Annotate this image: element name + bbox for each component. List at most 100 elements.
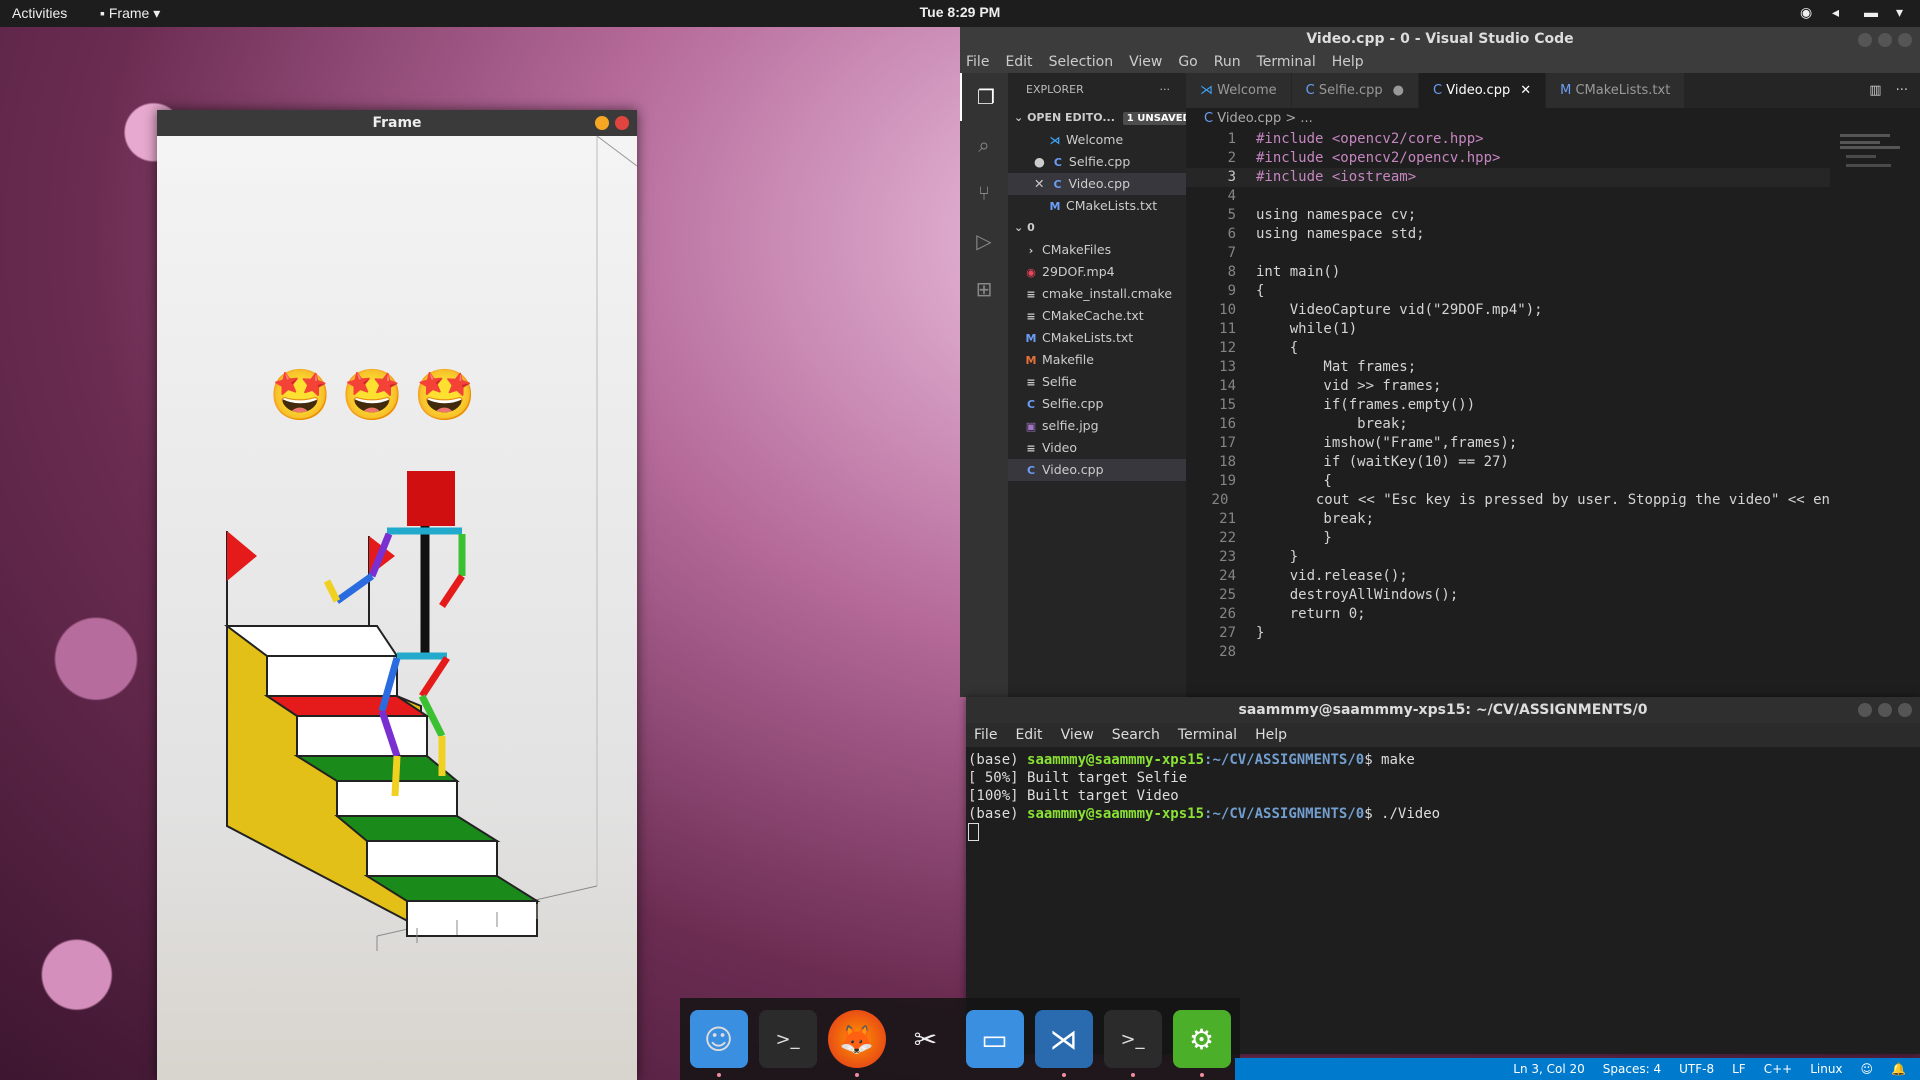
files-icon[interactable]: ☺	[689, 1010, 748, 1077]
tab-welcome[interactable]: ⋊ Welcome	[1186, 73, 1292, 108]
file-tree-item[interactable]: ≡ cmake_install.cmake	[1008, 283, 1186, 305]
code-line[interactable]: 24 vid.release();	[1186, 567, 1830, 586]
terminal-icon[interactable]: >_	[758, 1010, 817, 1068]
run-debug-icon[interactable]: ▷	[960, 217, 1008, 265]
settings-icon[interactable]: ⚙	[1172, 1010, 1231, 1077]
extensions-icon[interactable]: ⊞	[960, 265, 1008, 313]
tab-selfie[interactable]: C Selfie.cpp ●	[1291, 73, 1420, 108]
tab-video[interactable]: C Video.cpp ✕	[1419, 73, 1547, 108]
code-line[interactable]: 8 int main()	[1186, 263, 1830, 282]
minimap[interactable]	[1830, 130, 1920, 190]
tab-cmakelists[interactable]: M CMakeLists.txt	[1546, 73, 1686, 108]
cursor-position[interactable]: Ln 3, Col 20	[1513, 1058, 1585, 1080]
code-line[interactable]: 20 cout << "Esc key is pressed by user. …	[1186, 491, 1830, 510]
code-line[interactable]: 22 }	[1186, 529, 1830, 548]
code-line[interactable]: 2 #include <opencv2/opencv.hpp>	[1186, 149, 1830, 168]
menu-file[interactable]: File	[974, 723, 997, 747]
maximize-button[interactable]	[1878, 33, 1892, 47]
code-line[interactable]: 10 VideoCapture vid("29DOF.mp4");	[1186, 301, 1830, 320]
close-button[interactable]	[1898, 703, 1912, 717]
menu-run[interactable]: Run	[1214, 51, 1241, 73]
vscode-icon[interactable]: ⋊	[1034, 1010, 1093, 1077]
terminal-titlebar[interactable]: saammmy@saammmy-xps15: ~/CV/ASSIGNMENTS/…	[966, 697, 1920, 723]
close-button[interactable]	[1898, 33, 1912, 47]
menu-selection[interactable]: Selection	[1049, 51, 1114, 73]
open-editor-item[interactable]: ⋊ Welcome	[1008, 129, 1186, 151]
code-line[interactable]: 19 {	[1186, 472, 1830, 491]
feedback-icon[interactable]: ☺	[1861, 1058, 1874, 1080]
code-editor[interactable]: 1 #include <opencv2/core.hpp> 2 #include <o…	[1186, 130, 1830, 697]
code-line[interactable]: 18 if (waitKey(10) == 27)	[1186, 453, 1830, 472]
menu-help[interactable]: Help	[1255, 723, 1287, 747]
code-line[interactable]: 11 while(1)	[1186, 320, 1830, 339]
source-control-icon[interactable]: ⑂	[960, 169, 1008, 217]
code-line[interactable]: 3 #include <iostream>	[1186, 168, 1830, 187]
firefox-icon[interactable]: 🦊	[827, 1010, 886, 1077]
close-icon[interactable]: ✕	[1034, 176, 1044, 191]
code-line[interactable]: 14 vid >> frames;	[1186, 377, 1830, 396]
file-tree-item[interactable]: ≡ Selfie	[1008, 371, 1186, 393]
file-tree-item[interactable]: ◉ 29DOF.mp4	[1008, 261, 1186, 283]
close-button[interactable]	[615, 116, 629, 130]
code-line[interactable]: 17 imshow("Frame",frames);	[1186, 434, 1830, 453]
code-line[interactable]: 26 return 0;	[1186, 605, 1830, 624]
file-tree-item[interactable]: ≡ CMakeCache.txt	[1008, 305, 1186, 327]
open-editor-item[interactable]: M CMakeLists.txt	[1008, 195, 1186, 217]
menu-help[interactable]: Help	[1332, 51, 1364, 73]
code-line[interactable]: 16 break;	[1186, 415, 1830, 434]
code-line[interactable]: 12 {	[1186, 339, 1830, 358]
bell-icon[interactable]: 🔔	[1891, 1058, 1906, 1080]
more-actions-icon[interactable]: ···	[1896, 73, 1920, 108]
search-icon[interactable]: ⌕	[960, 121, 1008, 169]
file-tree-item[interactable]: C Video.cpp	[1008, 459, 1186, 481]
menu-search[interactable]: Search	[1112, 723, 1160, 747]
folder-section[interactable]: ⌄ 0	[1008, 217, 1186, 239]
code-line[interactable]: 13 Mat frames;	[1186, 358, 1830, 377]
system-tray[interactable]: ◉ ◂ ▬ ▾	[1800, 4, 1910, 20]
file-tree-item[interactable]: M CMakeLists.txt	[1008, 327, 1186, 349]
os-label[interactable]: Linux	[1810, 1058, 1842, 1080]
menu-go[interactable]: Go	[1178, 51, 1197, 73]
file-tree-item[interactable]: › CMakeFiles	[1008, 239, 1186, 261]
window-icon[interactable]: ▭	[965, 1010, 1024, 1068]
file-tree-item[interactable]: C Selfie.cpp	[1008, 393, 1186, 415]
code-line[interactable]: 25 destroyAllWindows();	[1186, 586, 1830, 605]
minimize-button[interactable]	[1858, 703, 1872, 717]
close-icon[interactable]: ✕	[1520, 83, 1531, 98]
code-line[interactable]: 27}	[1186, 624, 1830, 643]
open-editor-item[interactable]: ✕ C Video.cpp	[1008, 173, 1186, 195]
file-tree-item[interactable]: ≡ Video	[1008, 437, 1186, 459]
vscode-titlebar[interactable]: Video.cpp - 0 - Visual Studio Code	[960, 27, 1920, 51]
menu-edit[interactable]: Edit	[1005, 51, 1032, 73]
indentation[interactable]: Spaces: 4	[1603, 1058, 1661, 1080]
code-line[interactable]: 5 using namespace cv;	[1186, 206, 1830, 225]
language-mode[interactable]: C++	[1764, 1058, 1793, 1080]
code-line[interactable]: 21 break;	[1186, 510, 1830, 529]
code-line[interactable]: 7	[1186, 244, 1830, 263]
terminal-icon[interactable]: >_	[1103, 1010, 1162, 1077]
menu-terminal[interactable]: Terminal	[1178, 723, 1237, 747]
file-tree-item[interactable]: ▣ selfie.jpg	[1008, 415, 1186, 437]
file-tree-item[interactable]: M Makefile	[1008, 349, 1186, 371]
more-actions-icon[interactable]: ···	[1160, 73, 1171, 107]
breadcrumb[interactable]: C Video.cpp > ...	[1186, 108, 1920, 130]
clock[interactable]: Tue 8:29 PM	[0, 4, 1920, 20]
open-editor-item[interactable]: ● C Selfie.cpp	[1008, 151, 1186, 173]
menu-view[interactable]: View	[1129, 51, 1162, 73]
frame-titlebar[interactable]: Frame	[157, 110, 637, 136]
menu-terminal[interactable]: Terminal	[1257, 51, 1316, 73]
explorer-icon[interactable]: ❐	[960, 73, 1010, 121]
code-line[interactable]: 9{	[1186, 282, 1830, 301]
scissors-icon[interactable]: ✂	[897, 1010, 955, 1068]
code-line[interactable]: 6 using namespace std;	[1186, 225, 1830, 244]
code-line[interactable]: 28	[1186, 643, 1830, 662]
menu-edit[interactable]: Edit	[1015, 723, 1042, 747]
code-line[interactable]: 23 }	[1186, 548, 1830, 567]
menu-view[interactable]: View	[1061, 723, 1094, 747]
code-line[interactable]: 15 if(frames.empty())	[1186, 396, 1830, 415]
open-editors-section[interactable]: ⌄ OPEN EDITO... 1 UNSAVED	[1008, 107, 1195, 129]
minimize-button[interactable]	[595, 116, 609, 130]
minimize-button[interactable]	[1858, 33, 1872, 47]
code-line[interactable]: 1 #include <opencv2/core.hpp>	[1186, 130, 1830, 149]
encoding[interactable]: UTF-8	[1679, 1058, 1714, 1080]
